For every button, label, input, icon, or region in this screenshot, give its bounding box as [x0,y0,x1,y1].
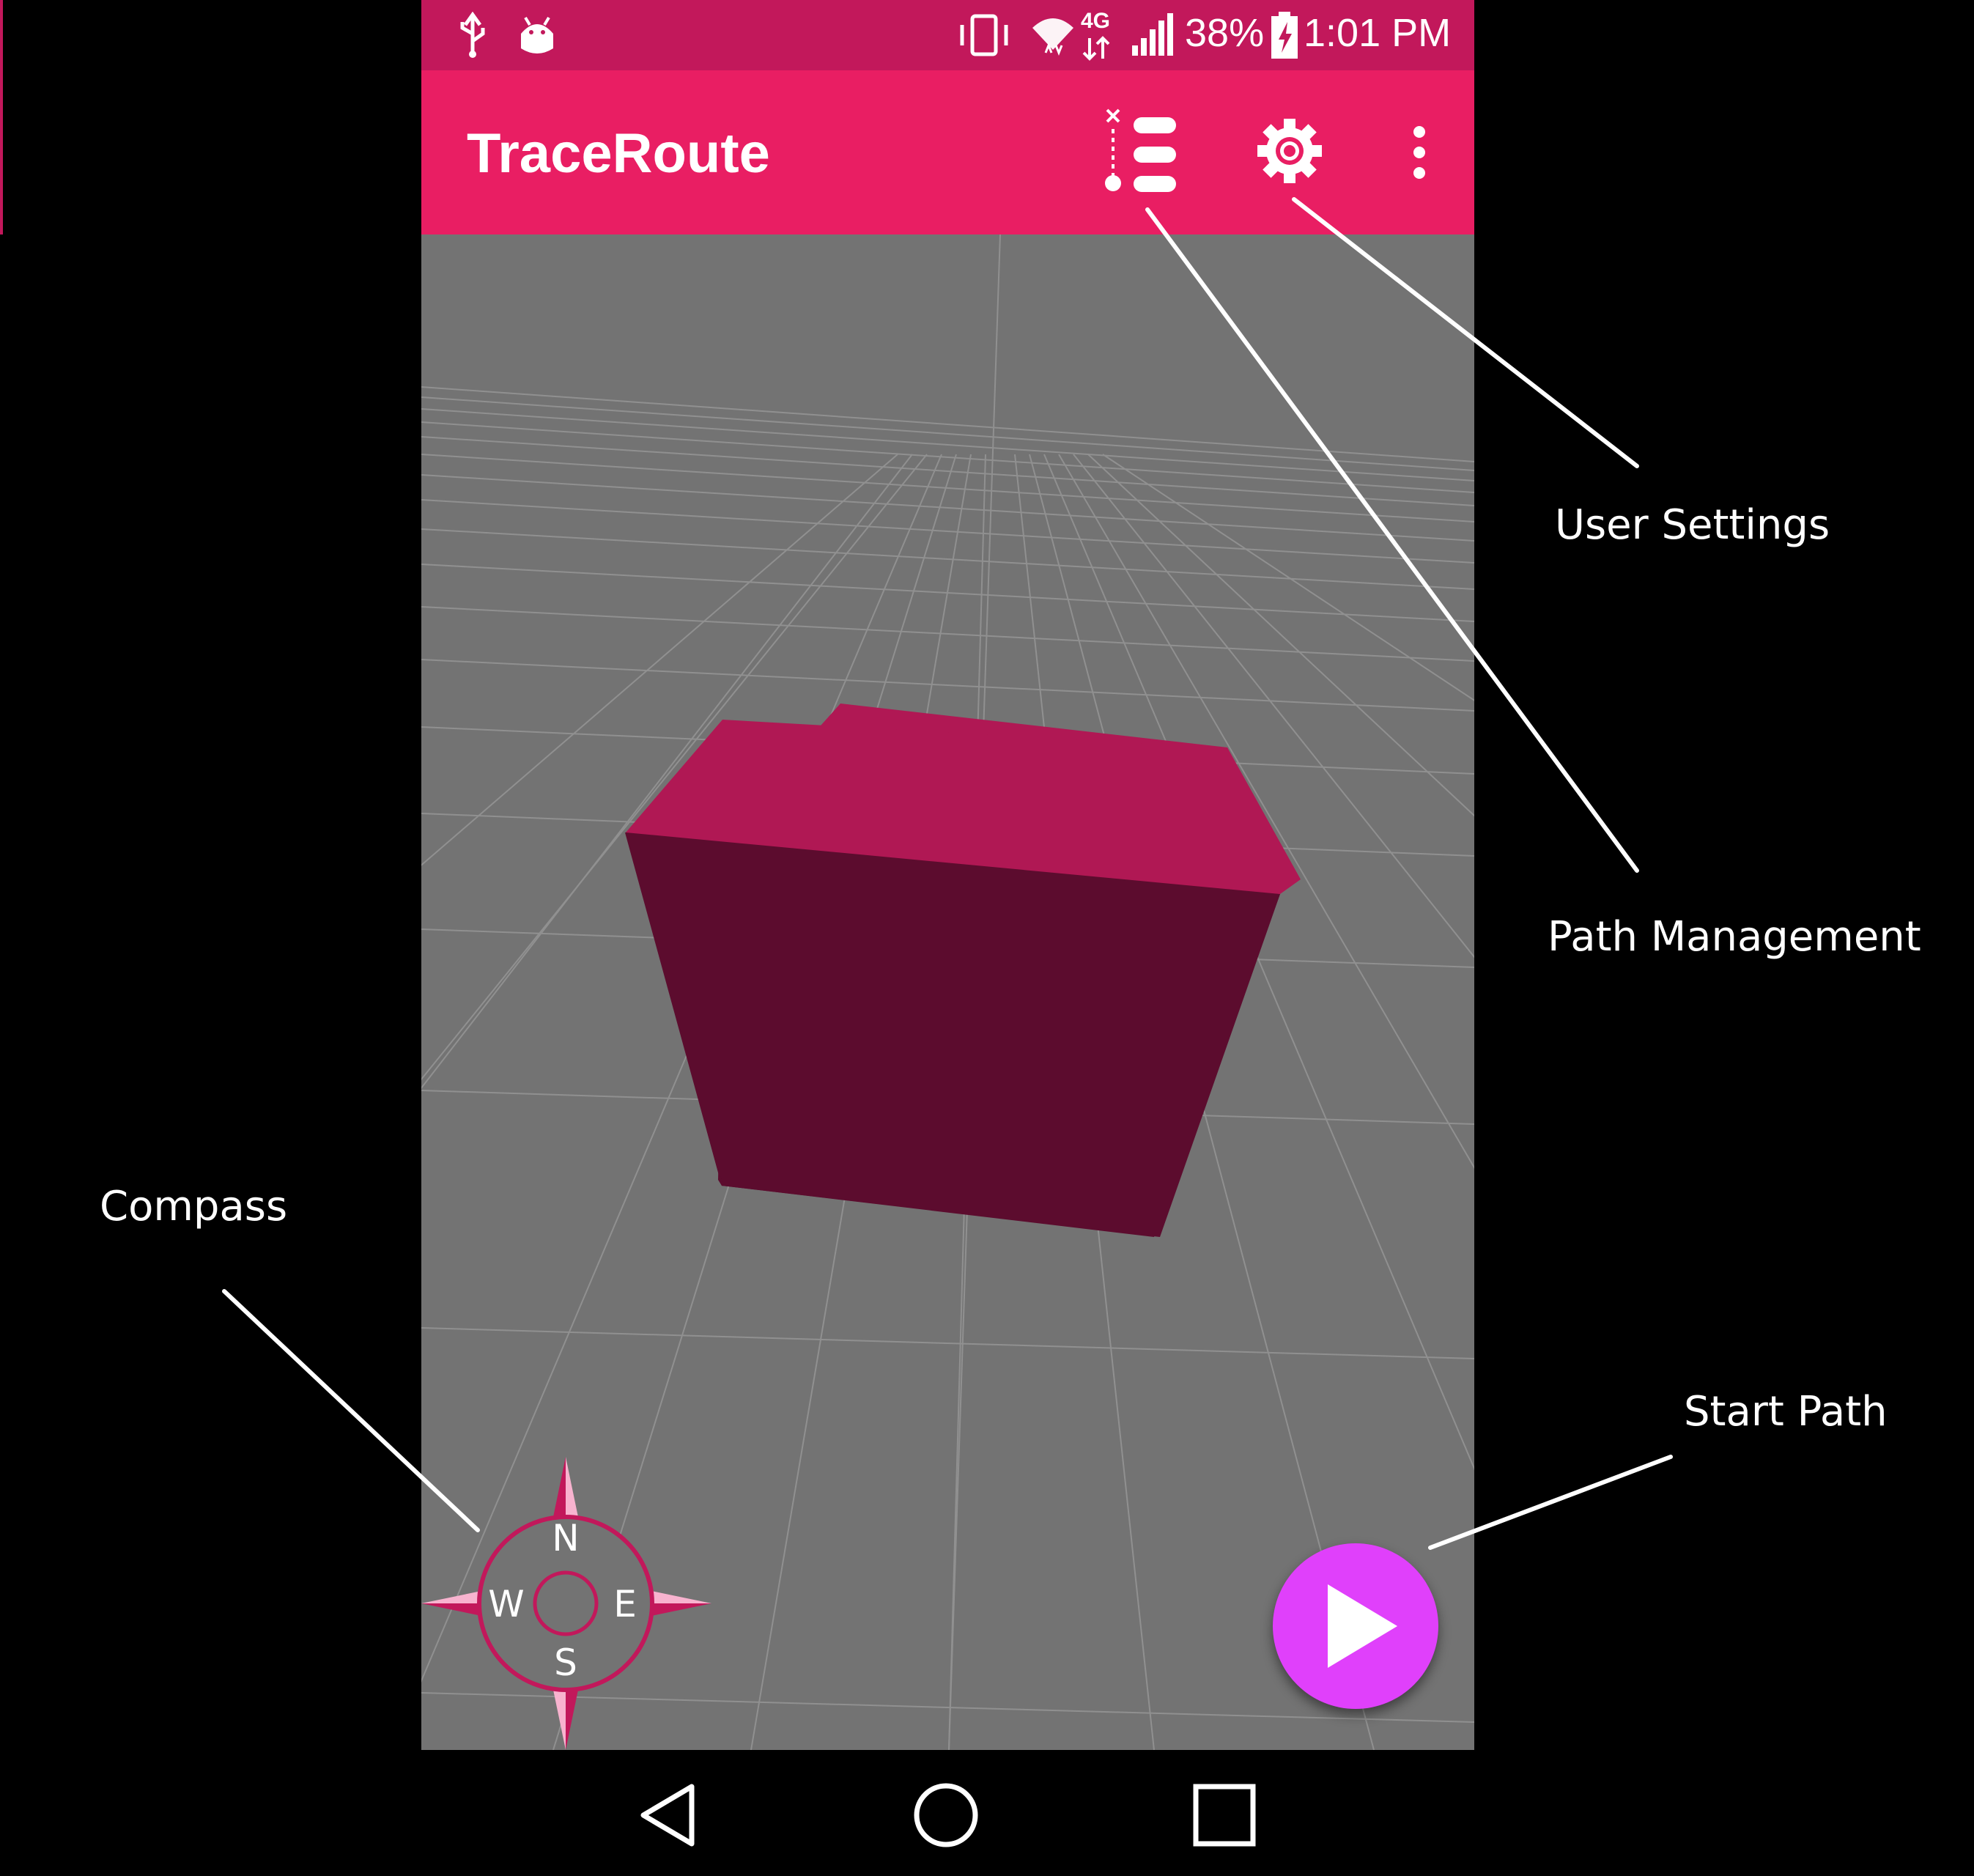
annotation-path-management: Path Management [1548,913,1921,961]
annotation-start-path: Start Path [1684,1388,1888,1436]
back-icon[interactable] [637,1782,699,1848]
annotation-user-settings: User Settings [1555,501,1830,549]
navigation-bar [0,1750,1974,1876]
annotation-compass: Compass [100,1183,288,1230]
screenshot: 4G 38% 1:01 PM TraceRoute N E S W User S… [0,0,1974,1876]
home-icon[interactable] [912,1781,980,1850]
recents-icon[interactable] [1191,1782,1257,1848]
